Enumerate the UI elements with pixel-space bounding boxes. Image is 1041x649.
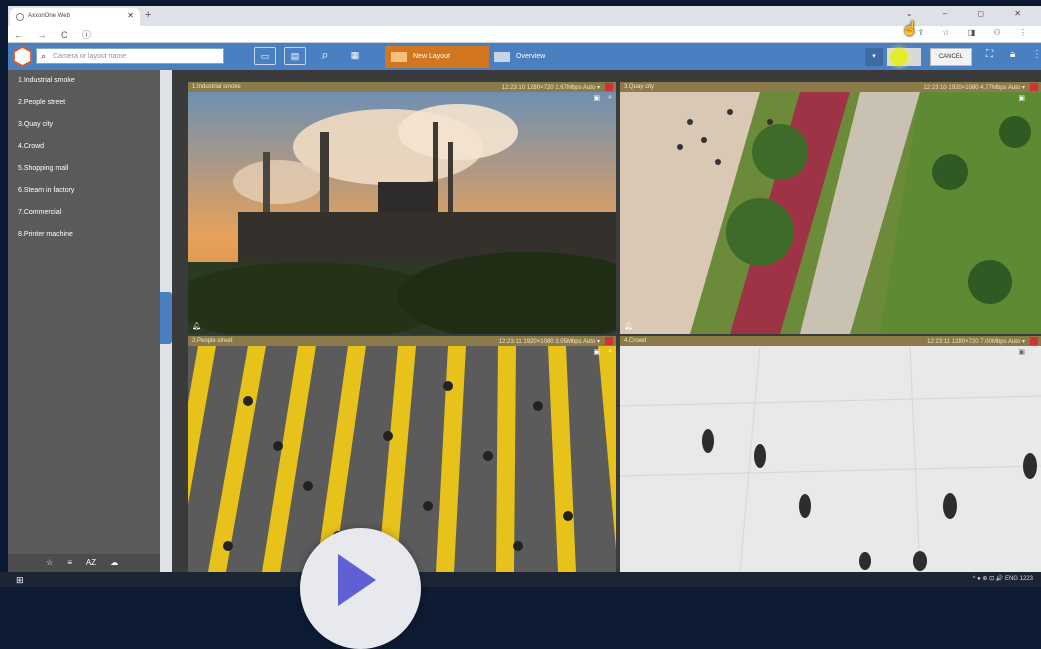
camera-video-frame <box>620 92 1041 334</box>
system-tray[interactable]: ^ ● ⊕ ⊡ 🔊 ENG 1223 <box>973 575 1033 582</box>
camera-list-sidebar: 1.Industrial smoke 2.People street 3.Qua… <box>8 70 160 572</box>
alarm-bell-icon[interactable]: 🔔︎ <box>192 322 201 330</box>
sidebar-sort-toolbar[interactable]: ☆ ≡ AZ ☁ <box>8 554 160 572</box>
browser-window: AxxonOne Web ✕ + ⌄ – ◻ ✕ ← → C ⓘ ⇪ ☆ ◨ ⚇… <box>8 6 1041 572</box>
layout-dropdown-button[interactable]: ▾ <box>865 48 883 66</box>
camera-tile[interactable]: 1.Industrial smoke 12:23:10 1280×720 1.6… <box>188 82 616 334</box>
app-logo-icon <box>12 46 33 67</box>
os-taskbar: ⊞ ^ ● ⊕ ⊡ 🔊 ENG 1223 <box>0 572 1041 587</box>
camera-tile[interactable]: 3.Quay city 12:23:10 1920×1080 4.77Mbps … <box>620 82 1041 334</box>
snapshot-icon[interactable]: ▣ <box>593 94 600 102</box>
browser-action-icons[interactable]: ⇪ ☆ ◨ ⚇ ⋮ <box>918 28 1036 37</box>
sidebar-item-camera[interactable]: 4.Crowd <box>8 136 160 158</box>
tile-header: 3.Quay city 12:23:10 1920×1080 4.77Mbps … <box>620 82 1041 92</box>
tab-close-icon[interactable]: ✕ <box>127 11 134 20</box>
layout-label: New Layout <box>413 53 450 60</box>
browser-tab-bar: AxxonOne Web ✕ + ⌄ – ◻ ✕ <box>8 6 1041 26</box>
snapshot-icon[interactable]: ▣ <box>593 348 600 356</box>
layout-grid-icon[interactable]: ▦ <box>344 47 366 65</box>
snapshot-icon[interactable]: ▣ <box>1018 348 1025 356</box>
layout-icon <box>391 52 407 62</box>
sidebar-item-camera[interactable]: 6.Steam in factory <box>8 180 160 202</box>
monitor-icon[interactable]: ▭ <box>254 47 276 65</box>
save-button[interactable] <box>887 48 921 66</box>
search-icon: ⌕ <box>41 51 47 61</box>
fullscreen-icon[interactable]: ⛶ <box>986 49 993 60</box>
mouse-cursor-icon: ☝ <box>901 20 919 36</box>
archive-icon[interactable]: ▤ <box>284 47 306 65</box>
tile-stream-info[interactable]: 12:23:11 1280×720 7.00Mbps Auto ▾ <box>927 338 1025 345</box>
alarm-bell-icon[interactable]: 🔔︎ <box>624 322 633 330</box>
sidebar-item-camera[interactable]: 8.Printer machine <box>8 224 160 246</box>
tile-title: 2.People street <box>192 338 233 344</box>
more-icon[interactable]: ⋮ <box>1032 49 1041 60</box>
sidebar-item-camera[interactable]: 7.Commercial <box>8 202 160 224</box>
sidebar-item-camera[interactable]: 3.Quay city <box>8 114 160 136</box>
record-indicator <box>605 337 613 345</box>
lock-icon[interactable]: 🔒︎ <box>1010 49 1015 60</box>
search-placeholder: Camera or layout name <box>53 53 127 60</box>
new-tab-icon[interactable]: + <box>145 9 151 21</box>
tile-title: 4.Crowd <box>624 338 647 344</box>
layout-tab-new-layout[interactable]: New Layout <box>385 46 489 68</box>
sidebar-item-camera[interactable]: 2.People street <box>8 92 160 114</box>
favicon-icon <box>16 13 24 21</box>
click-highlight <box>890 48 908 66</box>
sidebar-item-camera[interactable]: 1.Industrial smoke <box>8 70 160 92</box>
tile-header: 2.People street 12:23:11 1920×1080 3.05M… <box>188 336 616 346</box>
layout-tab-overview[interactable]: Overview <box>492 46 582 68</box>
play-icon <box>338 554 376 606</box>
zoom-icon[interactable]: ⌕ <box>608 94 612 102</box>
tile-header: 1.Industrial smoke 12:23:10 1280×720 1.6… <box>188 82 616 92</box>
snapshot-icon[interactable]: ▣ <box>1018 94 1025 102</box>
video-play-button[interactable] <box>300 528 421 649</box>
tray-clock: 1223 <box>1019 576 1033 582</box>
windows-start-icon[interactable]: ⊞ <box>16 575 24 586</box>
camera-video-frame <box>620 346 1041 572</box>
sidebar-item-camera[interactable]: 5.Shopping mall <box>8 158 160 180</box>
zoom-icon[interactable]: ⌕ <box>608 348 612 356</box>
tile-title: 1.Industrial smoke <box>192 84 241 90</box>
app-toolbar: ⌕ Camera or layout name ▭ ▤ ⌕ ▦ New Layo… <box>8 43 1041 70</box>
search-archive-icon[interactable]: ⌕ <box>314 47 336 65</box>
camera-video-frame <box>188 92 616 334</box>
tray-icons[interactable]: ^ ● ⊕ ⊡ 🔊 ENG <box>973 576 1018 582</box>
camera-tile[interactable]: 4.Crowd 12:23:11 1280×720 7.00Mbps Auto … <box>620 336 1041 572</box>
sidebar-collapse-handle[interactable] <box>160 292 172 344</box>
tile-title: 3.Quay city <box>624 84 655 90</box>
browser-tab[interactable]: AxxonOne Web ✕ <box>10 8 140 26</box>
tile-header: 4.Crowd 12:23:11 1280×720 7.00Mbps Auto … <box>620 336 1041 346</box>
address-bar: ← → C ⓘ ⇪ ☆ ◨ ⚇ ⋮ <box>8 26 1041 43</box>
search-input[interactable]: ⌕ Camera or layout name <box>36 48 224 64</box>
nav-buttons[interactable]: ← → C ⓘ <box>14 28 97 41</box>
camera-tile[interactable]: 2.People street 12:23:11 1920×1080 3.05M… <box>188 336 616 572</box>
tab-title: AxxonOne Web <box>28 13 70 19</box>
record-indicator <box>1030 337 1038 345</box>
camera-video-frame <box>188 346 616 572</box>
tile-stream-info[interactable]: 12:23:10 1280×720 1.67Mbps Auto ▾ <box>502 84 600 91</box>
window-controls[interactable]: ⌄ – ◻ ✕ <box>906 9 1035 18</box>
tile-stream-info[interactable]: 12:23:11 1920×1080 3.05Mbps Auto ▾ <box>499 338 600 345</box>
overview-label: Overview <box>516 53 546 60</box>
layout-icon <box>494 52 510 62</box>
cancel-button[interactable]: CANCEL <box>930 48 972 66</box>
record-indicator <box>605 83 613 91</box>
record-indicator <box>1030 83 1038 91</box>
tile-stream-info[interactable]: 12:23:10 1920×1080 4.77Mbps Auto ▾ <box>923 84 1025 91</box>
